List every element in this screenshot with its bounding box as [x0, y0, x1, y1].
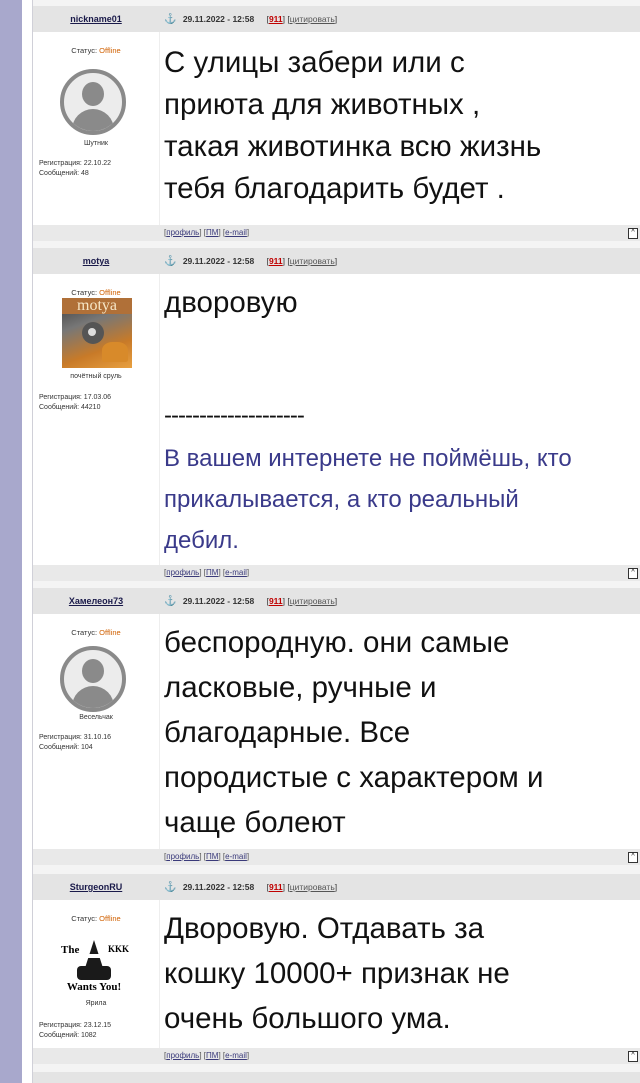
- left-sidebar-strip: [0, 0, 22, 1083]
- anchor-icon[interactable]: ⚓: [164, 256, 176, 267]
- post-header: [33, 1072, 640, 1083]
- user-status: Статус: Offline: [71, 628, 121, 637]
- scroll-up-icon[interactable]: ^: [628, 1051, 638, 1062]
- forum-post: motya ⚓ 29.11.2022 - 12:58 [911] [цитиро…: [33, 248, 640, 584]
- user-info-column: Статус: Offline The KKK Wants You! Ярила…: [33, 900, 160, 1048]
- avatar[interactable]: motya: [62, 298, 132, 368]
- post-message: Дворовую. Отдавать за кошку 10000+ призн…: [164, 912, 510, 1035]
- user-title: Весельчак: [79, 714, 113, 721]
- post-author-nick[interactable]: motya: [33, 248, 159, 274]
- post-meta: ⚓ 29.11.2022 - 12:58 [911] [цитировать]: [164, 14, 338, 25]
- quote-link[interactable]: цитировать: [290, 14, 335, 24]
- post-date: 29.11.2022 - 12:58: [182, 882, 255, 892]
- post-message: С улицы забери или с приюта для животных…: [164, 46, 542, 205]
- post-header: motya ⚓ 29.11.2022 - 12:58 [911] [цитиро…: [33, 248, 640, 274]
- post-header: SturgeonRU ⚓ 29.11.2022 - 12:58 [911] [ц…: [33, 874, 640, 900]
- avatar-text-the: The: [61, 944, 80, 956]
- avatar[interactable]: The KKK Wants You!: [59, 926, 129, 996]
- post-header: nickname01 ⚓ 29.11.2022 - 12:58 [911] [ц…: [33, 6, 640, 32]
- quote-link[interactable]: цитировать: [290, 882, 335, 892]
- post-meta: ⚓ 29.11.2022 - 12:58 [911] [цитировать]: [164, 596, 338, 607]
- post-date: 29.11.2022 - 12:58: [182, 256, 255, 266]
- post-footer-links: [профиль] [ПМ] [e-mail]: [164, 568, 250, 577]
- user-reg-info: Регистрация: 31.10.16 Сообщений: 104: [39, 734, 112, 751]
- post-body: Статус: Offline Весельчак Регистрация: 3…: [33, 614, 640, 849]
- email-link[interactable]: e-mail: [225, 852, 247, 861]
- post-message: дворовую: [164, 286, 298, 319]
- post-number-link[interactable]: 911: [269, 256, 283, 266]
- profile-link[interactable]: профиль: [166, 568, 199, 577]
- pm-link[interactable]: ПМ: [206, 1051, 218, 1060]
- quote-link[interactable]: цитировать: [290, 596, 335, 606]
- user-title: Ярила: [85, 1000, 107, 1007]
- email-link[interactable]: e-mail: [225, 568, 247, 577]
- avatar-text-wants: Wants You!: [66, 981, 122, 993]
- post-footer: [профиль] [ПМ] [e-mail] ^: [33, 225, 640, 241]
- avatar[interactable]: [60, 69, 126, 135]
- pm-link[interactable]: ПМ: [206, 228, 218, 237]
- signature: В вашем интернете не поймёшь, кто прикал…: [164, 445, 572, 554]
- post-footer: [профиль] [ПМ] [e-mail] ^: [33, 1048, 640, 1064]
- post-body: Статус: Offline motya почётный сруль Рег…: [33, 274, 640, 566]
- post-meta: ⚓ 29.11.2022 - 12:58 [911] [цитировать]: [164, 882, 338, 893]
- profile-link[interactable]: профиль: [166, 228, 199, 237]
- post-body: Статус: Offline The KKK Wants You! Ярила…: [33, 900, 640, 1048]
- avatar-caption: motya: [62, 298, 132, 314]
- post-footer-links: [профиль] [ПМ] [e-mail]: [164, 852, 250, 861]
- user-status: Статус: Offline: [71, 288, 121, 297]
- pm-link[interactable]: ПМ: [206, 568, 218, 577]
- post-number-link[interactable]: 911: [269, 596, 283, 606]
- anchor-icon[interactable]: ⚓: [164, 596, 176, 607]
- forum-thread: nickname01 ⚓ 29.11.2022 - 12:58 [911] [ц…: [33, 0, 640, 1083]
- post-body: Статус: Offline Шутник Регистрация: 22.1…: [33, 32, 640, 225]
- post-header: Хамелеон73 ⚓ 29.11.2022 - 12:58 [911] [ц…: [33, 588, 640, 614]
- post-number-link[interactable]: 911: [269, 14, 283, 24]
- profile-link[interactable]: профиль: [166, 852, 199, 861]
- user-reg-info: Регистрация: 17.03.06 Сообщений: 44210: [39, 394, 112, 411]
- post-date: 29.11.2022 - 12:58: [182, 596, 255, 606]
- user-title: Шутник: [84, 140, 108, 147]
- forum-post: SturgeonRU ⚓ 29.11.2022 - 12:58 [911] [ц…: [33, 874, 640, 1066]
- post-footer-links: [профиль] [ПМ] [e-mail]: [164, 228, 250, 237]
- post-author-nick[interactable]: SturgeonRU: [33, 874, 159, 900]
- post-footer-links: [профиль] [ПМ] [e-mail]: [164, 1051, 250, 1060]
- email-link[interactable]: e-mail: [225, 1051, 247, 1060]
- user-reg-info: Регистрация: 22.10.22 Сообщений: 48: [39, 160, 112, 177]
- forum-post: nickname01 ⚓ 29.11.2022 - 12:58 [911] [ц…: [33, 6, 640, 243]
- user-reg-info: Регистрация: 23.12.15 Сообщений: 1082: [39, 1022, 112, 1039]
- avatar[interactable]: [60, 646, 126, 712]
- user-status: Статус: Offline: [71, 46, 121, 55]
- post-date: 29.11.2022 - 12:58: [182, 14, 255, 24]
- signature-separator: --------------------: [164, 402, 305, 429]
- scroll-up-icon[interactable]: ^: [628, 568, 638, 579]
- post-number-link[interactable]: 911: [269, 882, 283, 892]
- profile-link[interactable]: профиль: [166, 1051, 199, 1060]
- user-info-column: Статус: Offline Шутник Регистрация: 22.1…: [33, 32, 160, 225]
- post-message: беспородную. они самые ласковые, ручные …: [164, 626, 544, 839]
- forum-post: Хамелеон73 ⚓ 29.11.2022 - 12:58 [911] [ц…: [33, 588, 640, 867]
- post-footer: [профиль] [ПМ] [e-mail] ^: [33, 849, 640, 865]
- user-status: Статус: Offline: [71, 914, 121, 923]
- anchor-icon[interactable]: ⚓: [164, 14, 176, 25]
- scroll-up-icon[interactable]: ^: [628, 228, 638, 239]
- post-footer: [профиль] [ПМ] [e-mail] ^: [33, 565, 640, 581]
- anchor-icon[interactable]: ⚓: [164, 882, 176, 893]
- user-title: почётный сруль: [70, 373, 122, 380]
- pm-link[interactable]: ПМ: [206, 852, 218, 861]
- quote-link[interactable]: цитировать: [290, 256, 335, 266]
- avatar-text-kkk: KKK: [108, 944, 129, 954]
- left-sidebar-gutter: [22, 0, 33, 1083]
- email-link[interactable]: e-mail: [225, 228, 247, 237]
- user-info-column: Статус: Offline motya почётный сруль Рег…: [33, 274, 160, 566]
- user-info-column: Статус: Offline Весельчак Регистрация: 3…: [33, 614, 160, 849]
- post-author-nick[interactable]: Хамелеон73: [33, 588, 159, 614]
- post-meta: ⚓ 29.11.2022 - 12:58 [911] [цитировать]: [164, 256, 338, 267]
- post-author-nick[interactable]: nickname01: [33, 6, 159, 32]
- forum-post-partial: [33, 1072, 640, 1083]
- scroll-up-icon[interactable]: ^: [628, 852, 638, 863]
